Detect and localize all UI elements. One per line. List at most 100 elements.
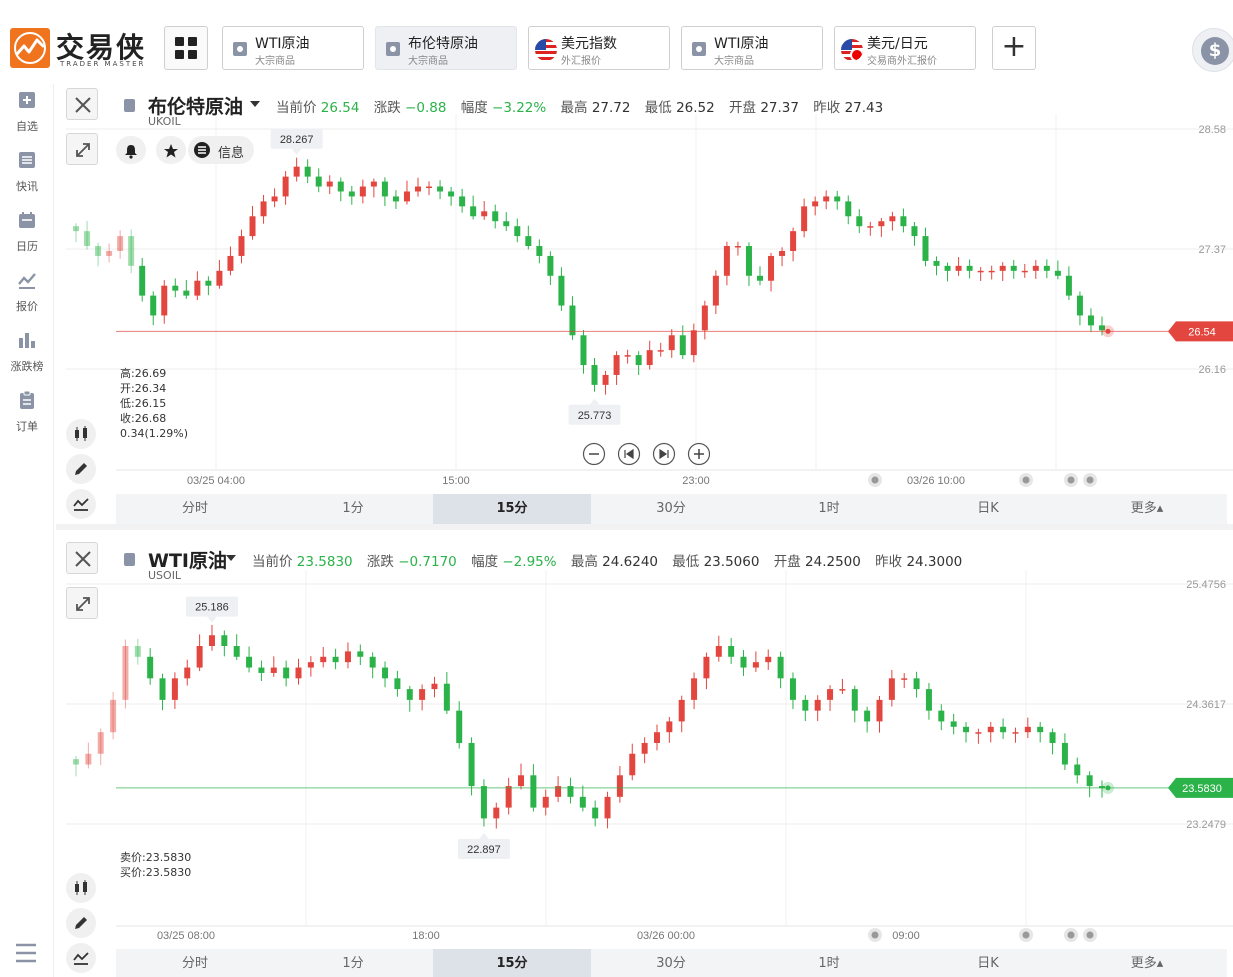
timeframe-1m[interactable]: 1分 bbox=[274, 949, 432, 977]
timeframe-bar: 分时 1分 15分 30分 1时 日K 更多▴ bbox=[116, 494, 1227, 524]
quote-tab-name: 美元指数 bbox=[561, 36, 617, 52]
draw-tool-button[interactable] bbox=[66, 454, 96, 484]
zoom-out-button[interactable] bbox=[582, 442, 606, 466]
chart-type-button[interactable] bbox=[66, 873, 96, 903]
commodity-icon bbox=[124, 99, 135, 112]
candle-body bbox=[448, 191, 455, 197]
quote-tab-wti-2[interactable]: WTI原油 大宗商品 bbox=[681, 26, 823, 70]
info-label: 信息 bbox=[218, 146, 245, 161]
quote-tab-usd-jpy[interactable]: 美元/日元 交易商外汇报价 bbox=[834, 26, 976, 70]
sidebar-item-news[interactable]: 快讯 bbox=[0, 144, 54, 200]
timeframe-more[interactable]: 更多▴ bbox=[1068, 494, 1226, 524]
day-high: 27.72 bbox=[591, 100, 631, 116]
layout-grid-button[interactable] bbox=[164, 26, 208, 70]
candle-body bbox=[950, 721, 957, 727]
close-panel-button[interactable] bbox=[66, 88, 98, 120]
timeframe-15m[interactable]: 15分 bbox=[433, 949, 591, 977]
logo-mark-icon bbox=[14, 32, 46, 64]
scroll-end-button[interactable] bbox=[652, 442, 676, 466]
candle-body bbox=[480, 786, 487, 819]
sidebar-item-favorites[interactable]: 自选 bbox=[0, 84, 54, 140]
timeframe-30m[interactable]: 30分 bbox=[592, 949, 750, 977]
candle-body bbox=[1037, 726, 1044, 733]
expand-panel-button[interactable] bbox=[66, 587, 98, 619]
candle-body bbox=[381, 181, 388, 197]
dollar-icon: $ bbox=[1201, 37, 1229, 65]
candle-body bbox=[814, 699, 821, 711]
candle-body bbox=[889, 216, 896, 222]
timeframe-1h[interactable]: 1时 bbox=[750, 949, 908, 977]
candle-body bbox=[106, 250, 113, 256]
candle-body bbox=[635, 355, 642, 366]
timeframe-more[interactable]: 更多▴ bbox=[1068, 949, 1226, 977]
candle-body bbox=[304, 166, 311, 177]
candle-body bbox=[690, 330, 697, 356]
candle-body bbox=[85, 753, 92, 765]
candle-body bbox=[1076, 295, 1083, 316]
candle-body bbox=[147, 656, 154, 679]
currency-button[interactable]: $ bbox=[1192, 28, 1233, 72]
menu-icon[interactable] bbox=[14, 942, 38, 964]
candle-body bbox=[134, 646, 141, 657]
quote-stats: 当前价 26.54 涨跌 −0.88 幅度 −3.22% 最高 27.72 最低… bbox=[276, 100, 884, 116]
timeframe-daily[interactable]: 日K bbox=[909, 494, 1067, 524]
current-price-dot bbox=[1105, 785, 1111, 791]
candle-body bbox=[505, 786, 512, 808]
candle-body bbox=[592, 807, 599, 819]
y-tick-label: 25.4756 bbox=[1186, 579, 1226, 591]
quote-tab-wti-1[interactable]: WTI原油 大宗商品 bbox=[222, 26, 364, 70]
scroll-start-button[interactable] bbox=[617, 442, 641, 466]
timeframe-1m[interactable]: 1分 bbox=[274, 494, 432, 524]
timeframe-tick[interactable]: 分时 bbox=[116, 949, 274, 977]
sidebar-item-ranking[interactable]: 涨跌榜 bbox=[0, 324, 54, 380]
indicator-button[interactable] bbox=[66, 943, 96, 973]
sidebar-item-quotes[interactable]: 报价 bbox=[0, 264, 54, 320]
sidebar-item-calendar[interactable]: 日历 bbox=[0, 204, 54, 260]
logo[interactable] bbox=[10, 28, 50, 68]
candle-body bbox=[712, 275, 719, 306]
expand-panel-button[interactable] bbox=[66, 133, 98, 165]
timeframe-daily[interactable]: 日K bbox=[909, 949, 1067, 977]
timeframe-tick[interactable]: 分时 bbox=[116, 494, 274, 524]
indicator-button[interactable] bbox=[66, 489, 96, 519]
candle-body bbox=[332, 656, 339, 663]
timeframe-30m[interactable]: 30分 bbox=[592, 494, 750, 524]
candle-body bbox=[525, 236, 532, 247]
bell-icon bbox=[125, 145, 137, 159]
add-tab-button[interactable]: + bbox=[992, 26, 1036, 70]
open-price: 27.37 bbox=[760, 100, 799, 116]
sidebar-item-orders[interactable]: 订单 bbox=[0, 384, 54, 440]
candle-body bbox=[359, 186, 366, 197]
candlestick-chart-wti[interactable]: 25.4756 24.3617 23.2479 03/25 08:00 18:00 03/… bbox=[56, 536, 1233, 976]
quote-tab-brent[interactable]: 布伦特原油 大宗商品 bbox=[375, 26, 517, 70]
candle-body bbox=[789, 678, 796, 700]
zoom-in-button[interactable] bbox=[687, 442, 711, 466]
candle-body bbox=[97, 732, 104, 754]
close-panel-button[interactable] bbox=[66, 542, 98, 574]
candle-body bbox=[864, 710, 871, 722]
sidebar-item-label: 报价 bbox=[16, 300, 38, 313]
favorite-button[interactable] bbox=[156, 136, 186, 164]
candle-body bbox=[591, 365, 598, 385]
candle-body bbox=[161, 285, 168, 316]
caret-down-icon[interactable] bbox=[226, 555, 236, 561]
x-tick-label: 09:00 bbox=[892, 930, 920, 942]
info-button[interactable]: 信息 bbox=[188, 136, 254, 164]
expand-icon bbox=[76, 597, 90, 611]
alert-button[interactable] bbox=[116, 136, 146, 164]
candle-body bbox=[443, 683, 450, 711]
candle-body bbox=[757, 275, 763, 281]
quote-tab-usd-index[interactable]: 美元指数 外汇报价 bbox=[528, 26, 670, 70]
chart-type-button[interactable] bbox=[66, 419, 96, 449]
star-icon bbox=[164, 144, 178, 158]
timeframe-1h[interactable]: 1时 bbox=[750, 494, 908, 524]
caret-down-icon[interactable] bbox=[250, 101, 260, 107]
min-price-label: 22.897 bbox=[467, 844, 501, 856]
candle-body bbox=[1087, 315, 1094, 326]
sidebar-item-label: 日历 bbox=[16, 240, 38, 253]
timeframe-15m[interactable]: 15分 bbox=[433, 494, 591, 524]
draw-tool-button[interactable] bbox=[66, 908, 96, 938]
candle-body bbox=[604, 796, 611, 819]
candle-body bbox=[139, 265, 146, 296]
candle-body bbox=[752, 662, 759, 668]
